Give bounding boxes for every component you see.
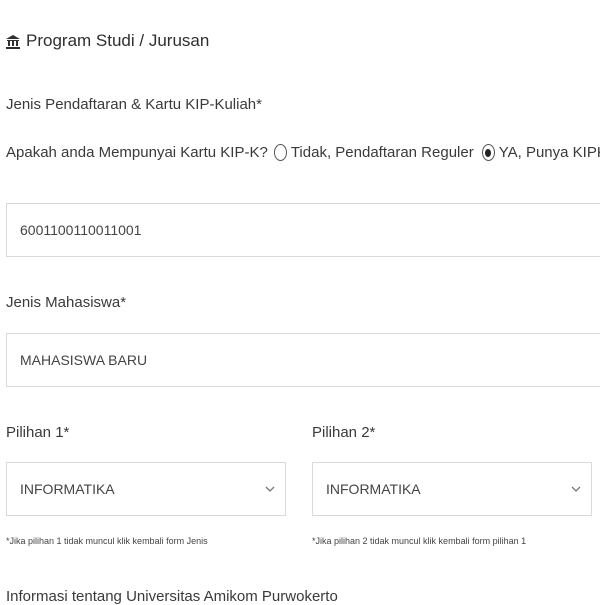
pilihan1-hint: *Jika pilihan 1 tidak muncul klik kembal… — [6, 536, 208, 546]
info-label: Informasi tentang Universitas Amikom Pur… — [6, 588, 338, 605]
radio-ya-circle[interactable] — [481, 144, 495, 161]
radio-ya-label[interactable]: YA, Punya KIPK — [499, 144, 600, 161]
jenis-mahasiswa-field[interactable]: MAHASISWA BARU — [6, 333, 600, 387]
kip-label: Jenis Pendaftaran & Kartu KIP-Kuliah* — [6, 96, 262, 113]
radio-ya[interactable]: YA, Punya KIPK — [481, 144, 600, 161]
section-title: Program Studi / Jurusan — [6, 31, 209, 51]
pilihan1-value: INFORMATIKA — [20, 481, 115, 497]
chevron-down-icon — [265, 486, 275, 492]
kip-number-input[interactable]: 6001100110011001 — [6, 203, 600, 257]
pilihan1-select[interactable]: INFORMATIKA — [6, 462, 286, 516]
jenis-mahasiswa-label: Jenis Mahasiswa* — [6, 294, 127, 311]
radio-tidak[interactable]: Tidak, Pendaftaran Reguler — [273, 144, 474, 161]
pilihan2-label: Pilihan 2* — [312, 424, 376, 441]
section-title-text: Program Studi / Jurusan — [26, 31, 210, 50]
chevron-down-icon — [571, 486, 581, 492]
pilihan2-hint: *Jika pilihan 2 tidak muncul klik kembal… — [312, 536, 527, 546]
pilihan2-select[interactable]: INFORMATIKA — [312, 462, 592, 516]
radio-tidak-label[interactable]: Tidak, Pendaftaran Reguler — [291, 144, 474, 161]
bank-icon — [6, 34, 20, 49]
pilihan1-label: Pilihan 1* — [6, 424, 70, 441]
kip-question: Apakah anda Mempunyai Kartu KIP-K? — [6, 144, 268, 161]
radio-tidak-circle[interactable] — [273, 144, 287, 161]
pilihan2-value: INFORMATIKA — [326, 481, 421, 497]
kip-question-row: Apakah anda Mempunyai Kartu KIP-K? Tidak… — [6, 144, 600, 161]
